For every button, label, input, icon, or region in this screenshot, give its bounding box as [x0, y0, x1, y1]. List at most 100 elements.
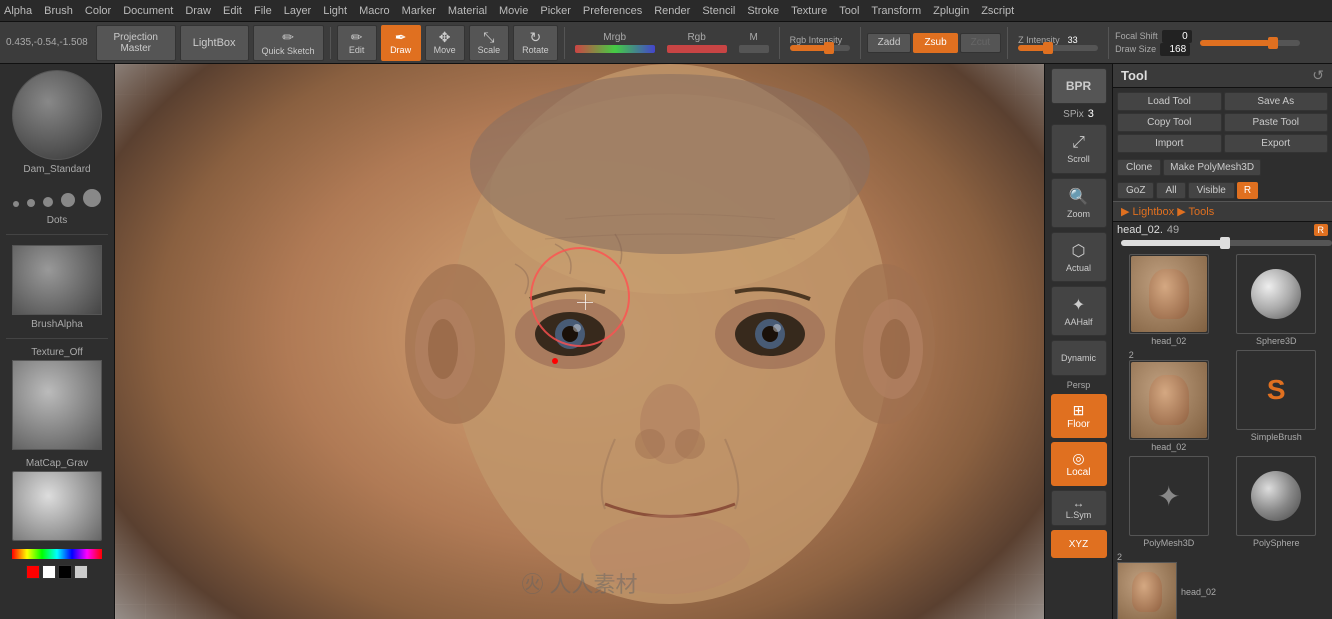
menu-file[interactable]: File — [254, 5, 272, 17]
menu-texture[interactable]: Texture — [791, 5, 827, 17]
paste-tool-button[interactable]: Paste Tool — [1224, 113, 1329, 132]
polysphere-thumbnail[interactable] — [1236, 456, 1316, 536]
menu-zscript[interactable]: Zscript — [981, 5, 1014, 17]
simplebrush-thumbnail[interactable]: S — [1236, 350, 1316, 430]
zadd-zsub-section: Zadd Zsub Zcut — [867, 33, 1001, 53]
extra-head-thumbnail[interactable] — [1117, 562, 1177, 619]
menu-edit[interactable]: Edit — [223, 5, 242, 17]
aahalf-button[interactable]: ✦ AAHalf — [1051, 286, 1107, 336]
menu-render[interactable]: Render — [654, 5, 690, 17]
menu-movie[interactable]: Movie — [499, 5, 528, 17]
scale-button[interactable]: ⤡ Scale — [469, 25, 510, 61]
zsub-button[interactable]: Zsub — [913, 33, 957, 53]
goz-button[interactable]: GoZ — [1117, 182, 1154, 199]
export-button[interactable]: Export — [1224, 134, 1329, 153]
menu-preferences[interactable]: Preferences — [583, 5, 642, 17]
matcap-thumbnail[interactable] — [12, 471, 102, 541]
extra-head-name: head_02 — [1181, 587, 1216, 597]
menu-picker[interactable]: Picker — [540, 5, 571, 17]
dots-section: Dots — [0, 179, 114, 230]
color-white-swatch[interactable] — [42, 565, 56, 579]
head-slider[interactable] — [1121, 240, 1332, 246]
head02b-thumbnail[interactable] — [1129, 360, 1209, 440]
lsym-button[interactable]: ↔ L.Sym — [1051, 490, 1107, 526]
scroll-button[interactable]: ⤢ Scroll — [1051, 124, 1107, 174]
menu-stencil[interactable]: Stencil — [702, 5, 735, 17]
z-intensity-slider[interactable] — [1018, 45, 1098, 51]
color-red-swatch[interactable] — [26, 565, 40, 579]
draw-button[interactable]: ✒ Draw — [381, 25, 421, 61]
move-button[interactable]: ✥ Move — [425, 25, 465, 61]
menu-stroke[interactable]: Stroke — [747, 5, 779, 17]
tool-refresh-icon[interactable]: ↺ — [1312, 67, 1324, 84]
dots-thumbnail[interactable] — [13, 189, 101, 207]
edit-icon: ✏ — [351, 30, 363, 44]
rgb-section: Rgb — [667, 32, 727, 53]
tool-thumb-simplebrush: S SimpleBrush — [1225, 350, 1329, 452]
brush-section: Dam_Standard — [0, 64, 114, 179]
dynamic-button[interactable]: Dynamic — [1051, 340, 1107, 376]
lightbox-button[interactable]: LightBox — [180, 25, 249, 61]
zoom-button[interactable]: 🔍 Zoom — [1051, 178, 1107, 228]
visible-button[interactable]: Visible — [1188, 182, 1235, 199]
polymesh-thumbnail[interactable]: ✦ — [1129, 456, 1209, 536]
bpr-button[interactable]: BPR — [1051, 68, 1107, 104]
menu-transform[interactable]: Transform — [871, 5, 921, 17]
floor-icon: ⊞ — [1073, 402, 1085, 419]
texture-off-thumbnail[interactable] — [12, 360, 102, 450]
head02-thumbnail[interactable] — [1129, 254, 1209, 334]
edit-button[interactable]: ✏ Edit — [337, 25, 377, 61]
draw-size-slider[interactable] — [1200, 40, 1300, 46]
face-details — [115, 64, 1044, 619]
simplebrush-icon: S — [1267, 374, 1286, 406]
m-section: M — [739, 32, 769, 53]
r-button[interactable]: R — [1237, 182, 1258, 199]
save-as-button[interactable]: Save As — [1224, 92, 1329, 111]
draw-icon: ✒ — [395, 30, 407, 44]
quick-sketch-button[interactable]: ✏ Quick Sketch — [253, 25, 324, 61]
sphere3d-thumbnail[interactable] — [1236, 254, 1316, 334]
lightbox-tools-header[interactable]: ▶ Lightbox ▶ Tools — [1113, 201, 1332, 222]
copy-tool-button[interactable]: Copy Tool — [1117, 113, 1222, 132]
color-bar[interactable] — [12, 549, 102, 559]
rgb-intensity-slider[interactable] — [790, 45, 850, 51]
zadd-button[interactable]: Zadd — [867, 33, 912, 53]
rotate-button[interactable]: ↻ Rotate — [513, 25, 558, 61]
make-polymesh-button[interactable]: Make PolyMesh3D — [1163, 159, 1261, 176]
import-button[interactable]: Import — [1117, 134, 1222, 153]
menu-light[interactable]: Light — [323, 5, 347, 17]
color-black-swatch[interactable] — [58, 565, 72, 579]
color-gray-swatch[interactable] — [74, 565, 88, 579]
floor-button[interactable]: ⊞ Floor — [1051, 394, 1107, 438]
xyz-button[interactable]: XYZ — [1051, 530, 1107, 558]
menu-brush[interactable]: Brush — [44, 5, 73, 17]
head-r-button[interactable]: R — [1314, 224, 1329, 236]
clone-button[interactable]: Clone — [1117, 159, 1161, 176]
menu-alpha[interactable]: Alpha — [4, 5, 32, 17]
menu-document[interactable]: Document — [123, 5, 173, 17]
local-button[interactable]: ◎ Local — [1051, 442, 1107, 486]
actual-button[interactable]: ⬡ Actual — [1051, 232, 1107, 282]
load-tool-button[interactable]: Load Tool — [1117, 92, 1222, 111]
rgb-intensity-section: Rgb Intensity — [790, 35, 850, 51]
menu-zplugin[interactable]: Zplugin — [933, 5, 969, 17]
zcut-button[interactable]: Zcut — [960, 33, 1001, 53]
projection-master-button[interactable]: Projection Master — [96, 25, 176, 61]
mrgb-section: Mrgb — [575, 32, 655, 53]
focal-section: Focal Shift 0 Draw Size 168 — [1115, 30, 1192, 56]
separator-4 — [860, 27, 861, 59]
menu-draw[interactable]: Draw — [185, 5, 211, 17]
polymesh-name: PolyMesh3D — [1143, 538, 1194, 548]
menu-macro[interactable]: Macro — [359, 5, 390, 17]
all-button[interactable]: All — [1156, 182, 1185, 199]
menu-color[interactable]: Color — [85, 5, 111, 17]
menu-layer[interactable]: Layer — [284, 5, 312, 17]
brush-thumbnail[interactable] — [12, 70, 102, 160]
menu-marker[interactable]: Marker — [402, 5, 436, 17]
brush-alpha-thumbnail[interactable] — [12, 245, 102, 315]
menu-material[interactable]: Material — [448, 5, 487, 17]
menu-tool[interactable]: Tool — [839, 5, 859, 17]
canvas-area[interactable]: ㊋ 人人素材 — [115, 64, 1044, 619]
scroll-icon: ⤢ — [1072, 134, 1085, 152]
head-num-label: 49 — [1167, 224, 1179, 236]
